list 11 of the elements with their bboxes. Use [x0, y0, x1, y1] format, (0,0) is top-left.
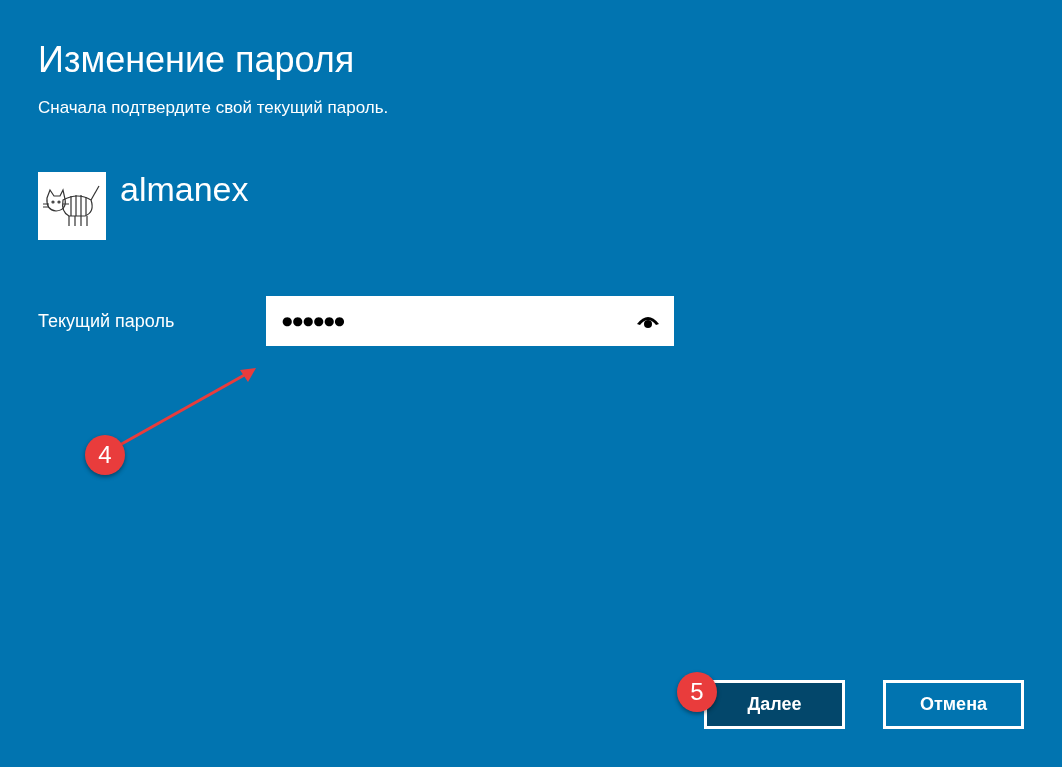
dialog-title: Изменение пароля: [38, 38, 356, 82]
field-label: Текущий пароль: [38, 310, 176, 332]
dialog-subtitle: Сначала подтвердите свой текущий пароль.: [38, 98, 390, 118]
next-button[interactable]: Далее: [704, 680, 845, 729]
password-field[interactable]: ●●●●●●: [266, 296, 674, 346]
step-badge: 5: [677, 672, 717, 712]
user-name: almanex: [120, 172, 249, 206]
cancel-button[interactable]: Отмена: [883, 680, 1024, 729]
step-badge: 4: [85, 435, 125, 475]
cat-drawing-icon: [43, 184, 101, 228]
eye-icon[interactable]: [636, 314, 660, 328]
